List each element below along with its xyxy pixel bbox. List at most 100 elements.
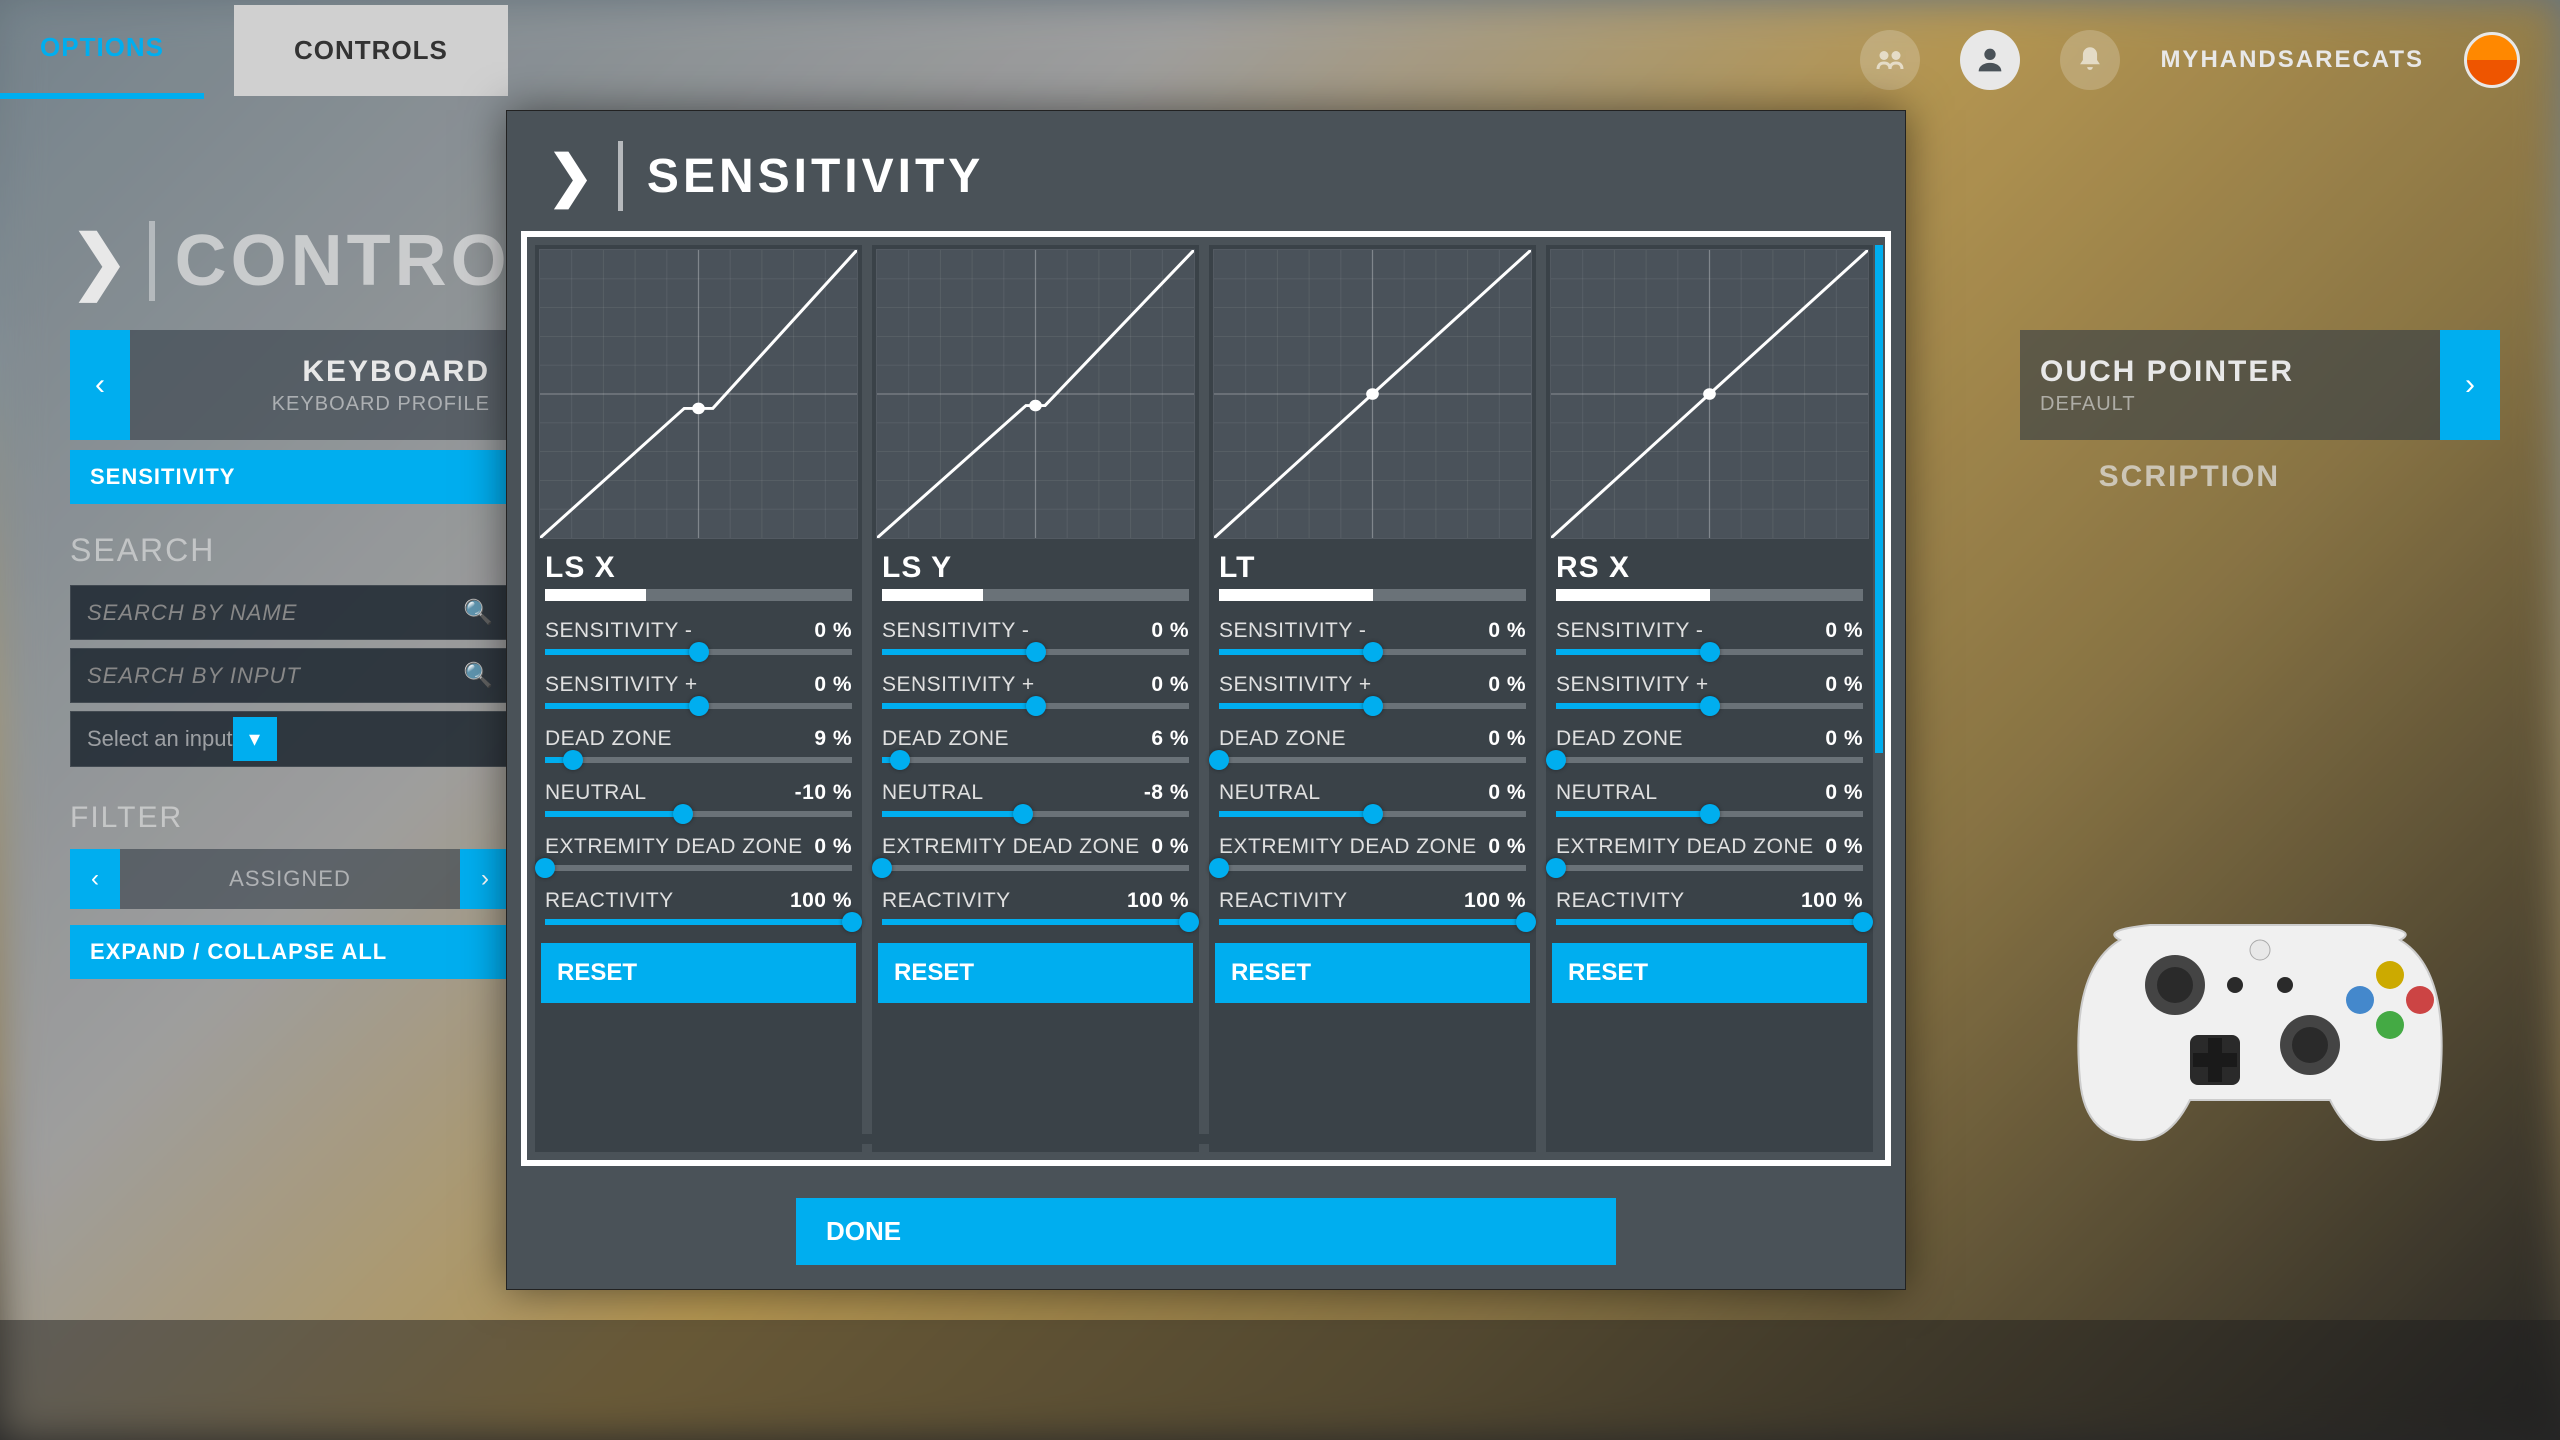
profile-icon[interactable] — [1960, 30, 2020, 90]
slider-sens_plus[interactable] — [1556, 703, 1863, 709]
community-icon[interactable] — [1860, 30, 1920, 90]
param-reactivity: REACTIVITY 100 % — [1556, 883, 1863, 915]
scrollbar[interactable] — [1875, 245, 1883, 753]
response-curve[interactable] — [1550, 249, 1869, 539]
param-label: SENSITIVITY + — [882, 673, 1035, 697]
param-neutral: NEUTRAL -8 % — [882, 775, 1189, 807]
response-curve[interactable] — [539, 249, 858, 539]
reset-button[interactable]: RESET — [1552, 943, 1867, 1003]
axis-value-bar — [545, 589, 852, 601]
device-profile: KEYBOARD PROFILE — [130, 393, 490, 416]
param-value: 0 % — [814, 673, 852, 697]
description-heading-partial: SCRIPTION — [2099, 460, 2280, 494]
response-curve[interactable] — [1213, 249, 1532, 539]
device-next-button[interactable]: › — [2440, 330, 2500, 440]
slider-ext_dead[interactable] — [882, 865, 1189, 871]
param-label: REACTIVITY — [1556, 889, 1685, 913]
param-label: NEUTRAL — [882, 781, 984, 805]
slider-neutral[interactable] — [1556, 811, 1863, 817]
slider-sens_minus[interactable] — [1219, 649, 1526, 655]
axis-card-ls-x: LS X SENSITIVITY - 0 % SENSITIVITY + 0 % — [535, 245, 862, 1152]
slider-reactivity[interactable] — [1219, 919, 1526, 925]
sensitivity-button[interactable]: SENSITIVITY — [70, 450, 510, 504]
param-value: -8 % — [1144, 781, 1189, 805]
slider-reactivity[interactable] — [882, 919, 1189, 925]
param-label: SENSITIVITY - — [882, 619, 1029, 643]
device-prev-button[interactable]: ‹ — [70, 330, 130, 440]
param-sens_minus: SENSITIVITY - 0 % — [1556, 613, 1863, 645]
avatar-icon[interactable] — [2464, 32, 2520, 88]
slider-dead_zone[interactable] — [1219, 757, 1526, 763]
slider-dead_zone[interactable] — [545, 757, 852, 763]
param-ext_dead: EXTREMITY DEAD ZONE 0 % — [1219, 829, 1526, 861]
slider-sens_plus[interactable] — [1219, 703, 1526, 709]
reset-button[interactable]: RESET — [878, 943, 1193, 1003]
slider-reactivity[interactable] — [1556, 919, 1863, 925]
slider-sens_plus[interactable] — [545, 703, 852, 709]
param-value: 0 % — [1825, 781, 1863, 805]
search-input-input[interactable] — [87, 663, 463, 689]
slider-ext_dead[interactable] — [1219, 865, 1526, 871]
param-dead_zone: DEAD ZONE 0 % — [1219, 721, 1526, 753]
axis-name: LS X — [535, 543, 862, 589]
slider-neutral[interactable] — [1219, 811, 1526, 817]
slider-dead_zone[interactable] — [1556, 757, 1863, 763]
param-label: EXTREMITY DEAD ZONE — [1556, 835, 1814, 859]
tab-controls[interactable]: CONTROLS — [234, 5, 508, 96]
param-value: 0 % — [1488, 781, 1526, 805]
reset-button[interactable]: RESET — [1215, 943, 1530, 1003]
param-label: NEUTRAL — [545, 781, 647, 805]
param-sens_plus: SENSITIVITY + 0 % — [1219, 667, 1526, 699]
param-value: 0 % — [1151, 673, 1189, 697]
response-curve[interactable] — [876, 249, 1195, 539]
param-label: REACTIVITY — [1219, 889, 1348, 913]
select-input-dropdown[interactable]: Select an input ▾ — [70, 711, 510, 767]
param-reactivity: REACTIVITY 100 % — [545, 883, 852, 915]
param-value: 100 % — [1801, 889, 1863, 913]
select-input-label: Select an input — [87, 726, 233, 752]
left-panel: ‹ KEYBOARD KEYBOARD PROFILE SENSITIVITY … — [70, 330, 510, 979]
param-neutral: NEUTRAL 0 % — [1556, 775, 1863, 807]
param-label: SENSITIVITY + — [1219, 673, 1372, 697]
username-label: MYHANDSARECATS — [2160, 46, 2424, 74]
slider-reactivity[interactable] — [545, 919, 852, 925]
param-dead_zone: DEAD ZONE 9 % — [545, 721, 852, 753]
slider-sens_minus[interactable] — [545, 649, 852, 655]
top-navigation: OPTIONS CONTROLS MYHANDSARECATS — [0, 0, 2560, 100]
param-value: 0 % — [1488, 835, 1526, 859]
search-by-input-row[interactable]: 🔍 — [70, 648, 510, 703]
done-button[interactable]: DONE — [796, 1198, 1616, 1265]
modal-title: SENSITIVITY — [647, 149, 984, 204]
slider-sens_minus[interactable] — [1556, 649, 1863, 655]
slider-neutral[interactable] — [882, 811, 1189, 817]
slider-sens_minus[interactable] — [882, 649, 1189, 655]
filter-selector: ‹ ASSIGNED › — [70, 849, 510, 909]
slider-dead_zone[interactable] — [882, 757, 1189, 763]
slider-ext_dead[interactable] — [545, 865, 852, 871]
param-ext_dead: EXTREMITY DEAD ZONE 0 % — [545, 829, 852, 861]
expand-collapse-button[interactable]: EXPAND / COLLAPSE ALL — [70, 925, 510, 979]
param-value: 6 % — [1151, 727, 1189, 751]
param-label: NEUTRAL — [1219, 781, 1321, 805]
param-label: SENSITIVITY - — [545, 619, 692, 643]
search-by-name-row[interactable]: 🔍 — [70, 585, 510, 640]
filter-next-button[interactable]: › — [460, 849, 510, 909]
chevron-right-icon: ❯ — [70, 220, 129, 302]
filter-prev-button[interactable]: ‹ — [70, 849, 120, 909]
search-name-input[interactable] — [87, 600, 463, 626]
slider-neutral[interactable] — [545, 811, 852, 817]
param-label: SENSITIVITY + — [1556, 673, 1709, 697]
notifications-icon[interactable] — [2060, 30, 2120, 90]
param-dead_zone: DEAD ZONE 0 % — [1556, 721, 1863, 753]
slider-sens_plus[interactable] — [882, 703, 1189, 709]
param-value: 0 % — [1488, 727, 1526, 751]
slider-ext_dead[interactable] — [1556, 865, 1863, 871]
param-label: REACTIVITY — [882, 889, 1011, 913]
param-value: 0 % — [1825, 619, 1863, 643]
param-reactivity: REACTIVITY 100 % — [882, 883, 1189, 915]
reset-button[interactable]: RESET — [541, 943, 856, 1003]
tab-options[interactable]: OPTIONS — [0, 2, 204, 99]
axis-card-lt: LT SENSITIVITY - 0 % SENSITIVITY + 0 % — [1209, 245, 1536, 1152]
axis-card-ls-y: LS Y SENSITIVITY - 0 % SENSITIVITY + 0 % — [872, 245, 1199, 1152]
search-icon: 🔍 — [463, 661, 493, 690]
